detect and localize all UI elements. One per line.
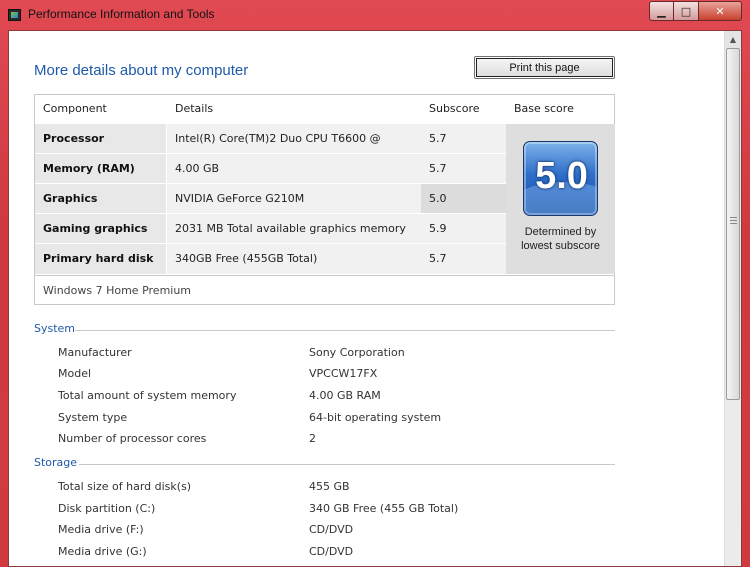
column-header-details: Details (175, 102, 214, 115)
vertical-scrollbar[interactable]: ▲ (724, 31, 741, 566)
component-details: 340GB Free (455GB Total) (167, 244, 421, 274)
storage-label: Disk partition (C:) (58, 502, 156, 515)
score-row-primary-hard-disk: Primary hard disk 340GB Free (455GB Tota… (35, 244, 506, 274)
component-subscore: 5.0 (421, 184, 506, 214)
window-controls: ▁ □ ✕ (649, 1, 742, 21)
storage-label: Media drive (F:) (58, 523, 144, 536)
system-row: Manufacturer Sony Corporation (58, 342, 618, 363)
component-name: Processor (35, 124, 166, 154)
system-value: VPCCW17FX (309, 367, 378, 380)
component-name: Graphics (35, 184, 166, 214)
row-divider (35, 183, 506, 184)
arrow-up-icon: ▲ (729, 35, 737, 44)
row-divider (35, 213, 506, 214)
system-value: 64-bit operating system (309, 411, 442, 424)
print-page-button[interactable]: Print this page (474, 56, 615, 79)
page-title: More details about my computer (34, 62, 249, 79)
base-score-caption: Determined by lowest subscore (506, 225, 615, 253)
storage-value: CD/DVD (309, 545, 354, 558)
system-value: Sony Corporation (309, 346, 405, 359)
title-bar[interactable]: Performance Information and Tools ▁ □ ✕ (0, 0, 750, 30)
row-divider (35, 243, 506, 244)
component-subscore: 5.9 (421, 214, 506, 244)
storage-row: Total size of hard disk(s) 455 GB (58, 476, 618, 497)
storage-value: 340 GB Free (455 GB Total) (309, 502, 459, 515)
maximize-button[interactable]: □ (674, 1, 699, 21)
score-row-gaming-graphics: Gaming graphics 2031 MB Total available … (35, 214, 506, 244)
storage-row: Media drive (G:) CD/DVD (58, 541, 618, 562)
minimize-button[interactable]: ▁ (649, 1, 674, 21)
section-divider (75, 330, 615, 331)
system-value: 4.00 GB RAM (309, 389, 381, 402)
storage-value: CD/DVD (309, 523, 354, 536)
score-row-processor: Processor Intel(R) Core(TM)2 Duo CPU T66… (35, 124, 506, 175)
system-label: System type (58, 411, 128, 424)
windows-edition: Windows 7 Home Premium (35, 275, 614, 305)
component-name: Memory (RAM) (35, 154, 166, 184)
component-details: 2031 MB Total available graphics memory (167, 214, 421, 244)
section-title-storage: Storage (34, 456, 78, 469)
app-icon (8, 9, 21, 21)
storage-value: 455 GB (309, 480, 350, 493)
base-score-badge: 5.0 (523, 141, 598, 216)
component-name: Gaming graphics (35, 214, 166, 244)
column-header-component: Component (43, 102, 107, 115)
grip-line (730, 223, 737, 224)
close-button[interactable]: ✕ (699, 1, 742, 21)
storage-label: Total size of hard disk(s) (58, 480, 192, 493)
storage-row: Disk partition (C:) 340 GB Free (455 GB … (58, 498, 618, 519)
caption-line-1: Determined by (524, 226, 597, 238)
base-score-panel: 5.0 Determined by lowest subscore (506, 124, 615, 274)
component-details: 4.00 GB (167, 154, 421, 184)
system-row: Total amount of system memory 4.00 GB RA… (58, 385, 618, 406)
grip-line (730, 217, 737, 218)
system-row: System type 64-bit operating system (58, 407, 618, 428)
window-content: More details about my computer Print thi… (8, 30, 742, 567)
window-title: Performance Information and Tools (28, 7, 215, 21)
component-subscore: 5.7 (421, 154, 506, 184)
storage-label: Media drive (G:) (58, 545, 147, 558)
storage-row: Media drive (F:) CD/DVD (58, 519, 618, 540)
score-row-graphics: Graphics NVIDIA GeForce G210M 5.0 (35, 184, 506, 214)
score-row-memory: Memory (RAM) 4.00 GB 5.7 (35, 154, 506, 184)
caption-line-2: lowest subscore (521, 240, 600, 252)
maximize-icon: □ (680, 4, 692, 18)
system-label: Total amount of system memory (58, 389, 237, 402)
system-row: Model VPCCW17FX (58, 363, 618, 384)
component-details: Intel(R) Core(TM)2 Duo CPU T6600 @ 2.20G… (167, 124, 421, 175)
score-table: Component Details Subscore Base score Pr… (34, 94, 615, 305)
section-title-system: System (34, 322, 76, 335)
base-score-value: 5.0 (535, 155, 588, 197)
column-header-subscore: Subscore (429, 102, 480, 115)
scrollbar-thumb[interactable] (726, 48, 740, 400)
column-header-base-score: Base score (514, 102, 574, 115)
component-subscore: 5.7 (421, 124, 506, 154)
close-icon: ✕ (715, 4, 725, 18)
system-label: Model (58, 367, 92, 380)
scroll-up-button[interactable]: ▲ (725, 31, 741, 48)
system-value: 2 (309, 432, 316, 445)
component-name: Primary hard disk (35, 244, 166, 274)
component-subscore: 5.7 (421, 244, 506, 274)
system-label: Manufacturer (58, 346, 132, 359)
system-label: Number of processor cores (58, 432, 207, 445)
grip-line (730, 220, 737, 221)
component-details: NVIDIA GeForce G210M (167, 184, 421, 214)
section-divider (79, 464, 615, 465)
row-divider (35, 153, 506, 154)
system-row: Number of processor cores 2 (58, 428, 618, 449)
minimize-icon: ▁ (657, 4, 666, 18)
